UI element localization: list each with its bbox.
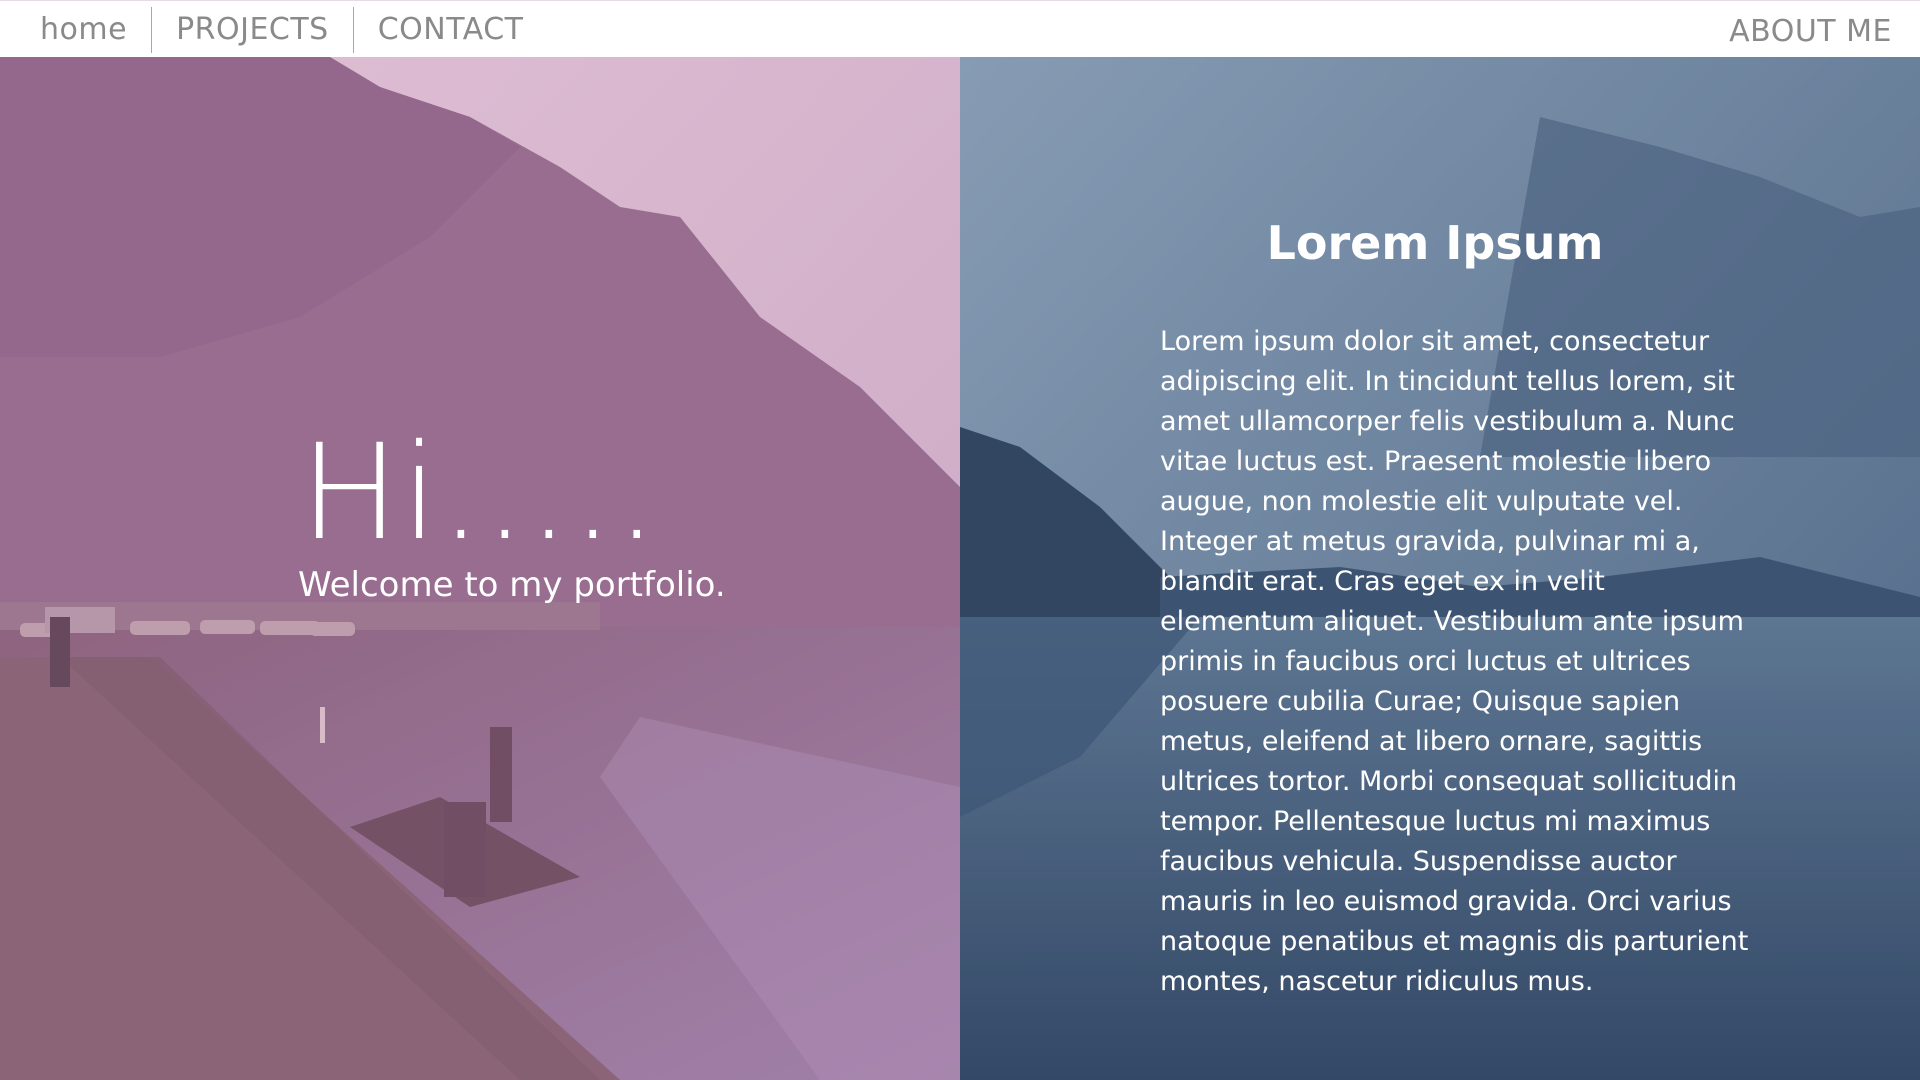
nav-links-right: ABOUT ME xyxy=(1729,9,1892,55)
nav-links-left: home PROJECTS CONTACT xyxy=(20,7,548,53)
nav-link-projects[interactable]: PROJECTS xyxy=(152,7,353,53)
about-panel: Lorem Ipsum Lorem ipsum dolor sit amet, … xyxy=(960,57,1920,1080)
nav-link-about[interactable]: ABOUT ME xyxy=(1729,9,1892,55)
about-title: Lorem Ipsum xyxy=(1266,215,1604,270)
nav-link-home[interactable]: home xyxy=(20,7,151,53)
hero-subtitle: Welcome to my portfolio. xyxy=(298,565,726,605)
hero-greeting: Hi..... xyxy=(300,416,660,570)
hero-panel: Hi..... Welcome to my portfolio. xyxy=(0,57,960,1080)
top-navbar: home PROJECTS CONTACT ABOUT ME xyxy=(0,0,1920,57)
about-body-text: Lorem ipsum dolor sit amet, consectetur … xyxy=(1160,326,1749,997)
nav-link-contact[interactable]: CONTACT xyxy=(354,7,548,53)
